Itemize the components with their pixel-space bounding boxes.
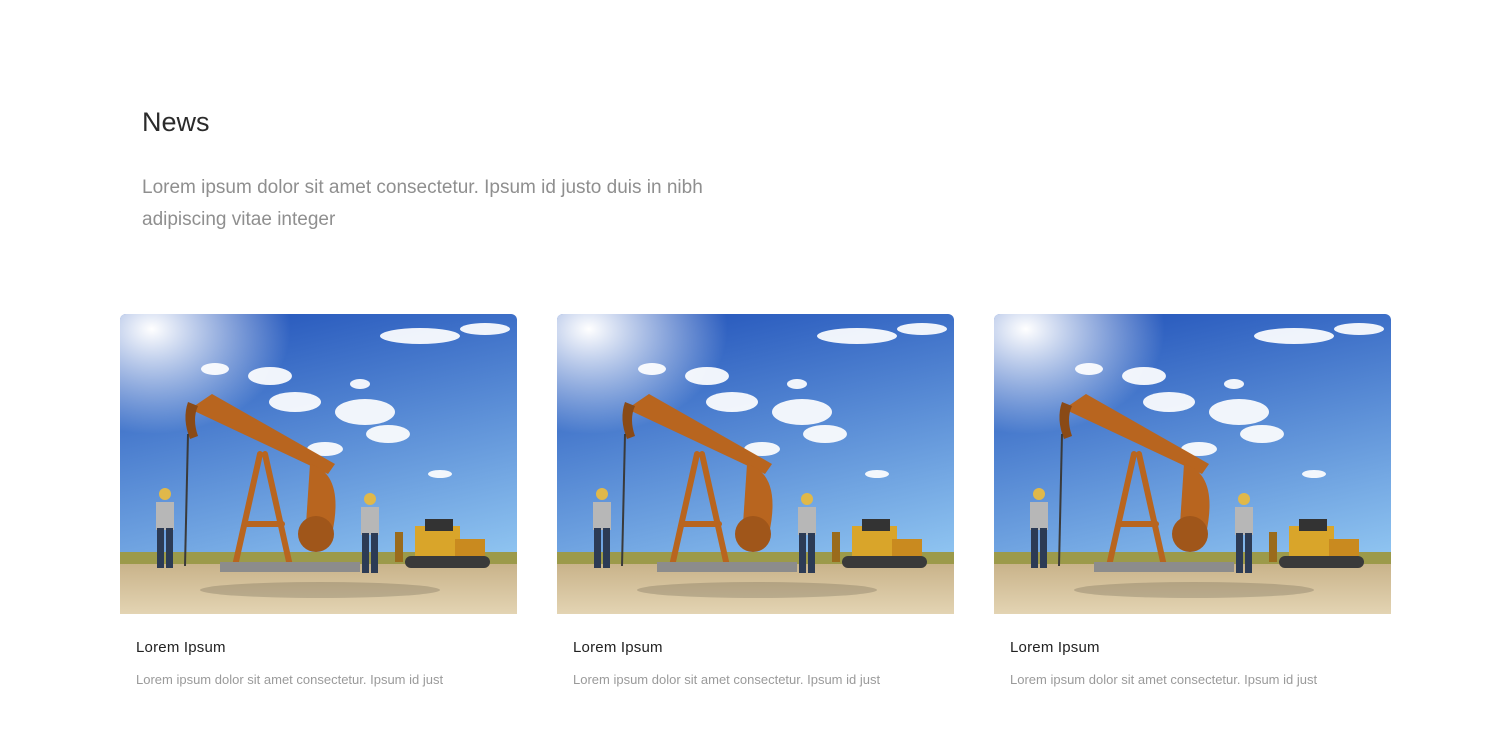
section-description: Lorem ipsum dolor sit amet consectetur. … [142,177,703,230]
news-card-excerpt: Lorem ipsum dolor sit amet consectetur. … [136,672,444,687]
news-card-title[interactable]: Lorem Ipsum [136,638,517,658]
news-card-title[interactable]: Lorem Ipsum [573,638,954,658]
news-card[interactable]: Lorem Ipsum Lorem ipsum dolor sit amet c… [557,314,954,689]
news-card-title[interactable]: Lorem Ipsum [1010,638,1391,658]
news-card-image[interactable] [557,314,954,614]
news-card-image[interactable] [120,314,517,614]
news-card[interactable]: Lorem Ipsum Lorem ipsum dolor sit amet c… [994,314,1391,689]
news-card-excerpt: Lorem ipsum dolor sit amet consectetur. … [1010,672,1318,687]
news-card-excerpt: Lorem ipsum dolor sit amet consectetur. … [573,672,881,687]
news-card-image[interactable] [994,314,1391,614]
section-title: News [142,107,210,137]
news-card-list: Lorem Ipsum Lorem ipsum dolor sit amet c… [120,314,1391,689]
news-card[interactable]: Lorem Ipsum Lorem ipsum dolor sit amet c… [120,314,517,689]
